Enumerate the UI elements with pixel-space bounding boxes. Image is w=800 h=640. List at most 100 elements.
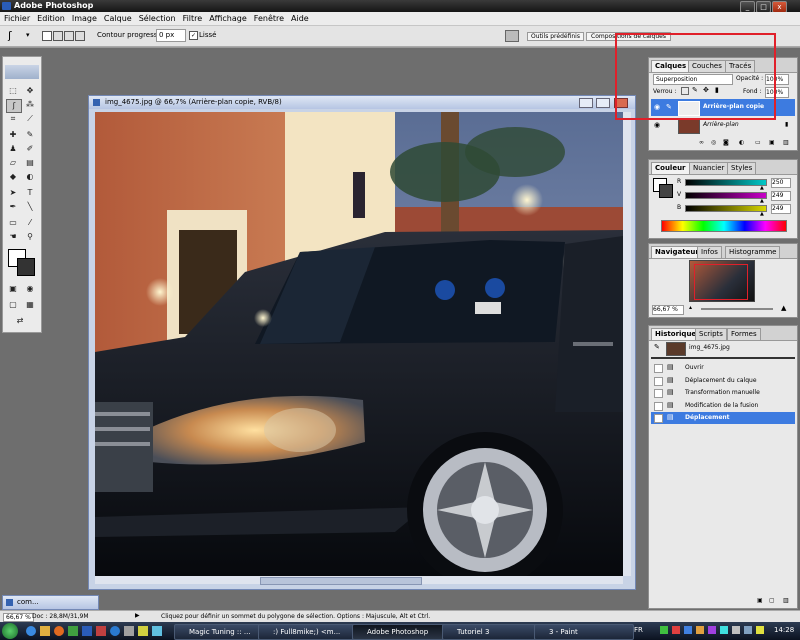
tab-scripts[interactable]: Scripts bbox=[695, 328, 727, 340]
layer-style-icon[interactable]: ◎ bbox=[711, 139, 716, 146]
trash-icon[interactable]: ▥ bbox=[783, 139, 789, 146]
quick-mask-icon[interactable]: ◉ bbox=[23, 283, 37, 295]
tab-infos[interactable]: Infos bbox=[697, 246, 722, 258]
eye-icon[interactable]: ◉ bbox=[654, 121, 660, 129]
history-item[interactable]: ▤ Ouvrir bbox=[651, 362, 795, 374]
tool-presets-tab[interactable]: Outils prédéfinis bbox=[527, 32, 584, 41]
image-canvas[interactable] bbox=[95, 112, 623, 576]
new-snapshot-icon[interactable]: ▢ bbox=[769, 597, 775, 604]
volume-icon[interactable] bbox=[744, 626, 752, 634]
windows-start-orb-icon[interactable] bbox=[2, 623, 18, 639]
doc-maximize-icon[interactable] bbox=[596, 98, 610, 108]
magic-wand-icon[interactable]: ⁂ bbox=[23, 99, 37, 111]
history-item[interactable]: ▤ Déplacement bbox=[651, 412, 795, 424]
marquee-tool-icon[interactable]: ⬚ bbox=[6, 85, 20, 97]
lasso-tool-icon[interactable]: ʃ bbox=[6, 99, 22, 113]
tray-icon-5[interactable] bbox=[708, 626, 716, 634]
zoom-out-icon[interactable]: ▴ bbox=[689, 304, 692, 311]
color-background-swatch[interactable] bbox=[659, 184, 673, 198]
menu-image[interactable]: Image bbox=[68, 12, 100, 25]
line-tool-icon[interactable]: ╲ bbox=[23, 201, 37, 213]
eraser-tool-icon[interactable]: ▱ bbox=[6, 157, 20, 169]
eyedropper-icon[interactable]: ⁄ bbox=[23, 217, 37, 229]
channel-slider-thumb[interactable]: ▲ bbox=[760, 198, 764, 204]
status-arrow-icon[interactable]: ▶ bbox=[135, 612, 140, 619]
taskbar-button[interactable]: :) Full8mike;) <m... bbox=[258, 624, 360, 640]
tray-icon-4[interactable] bbox=[696, 626, 704, 634]
tray-icon-1[interactable] bbox=[660, 626, 668, 634]
clock[interactable]: 14:28 bbox=[774, 626, 794, 634]
navigator-view-box[interactable] bbox=[694, 264, 748, 300]
layer-mask-icon[interactable]: ◙ bbox=[723, 139, 729, 146]
gradient-tool-icon[interactable]: ▤ bbox=[23, 157, 37, 169]
tab-nuancier[interactable]: Nuancier bbox=[689, 162, 729, 174]
zoom-tool-icon[interactable]: ⚲ bbox=[23, 231, 37, 243]
dodge-tool-icon[interactable]: ◐ bbox=[23, 171, 37, 183]
menu-filtre[interactable]: Filtre bbox=[179, 12, 206, 25]
notes-tool-icon[interactable]: ▭ bbox=[6, 217, 20, 229]
navigator-zoom-input[interactable]: 66,67 % bbox=[652, 305, 684, 315]
screen-mode-standard-icon[interactable]: ▢ bbox=[6, 299, 20, 311]
brush-tool-icon[interactable]: ✎ bbox=[23, 129, 37, 141]
quicklaunch-misc2-icon[interactable] bbox=[138, 626, 148, 636]
history-brush-icon[interactable]: ✐ bbox=[23, 143, 37, 155]
new-selection-icon[interactable] bbox=[42, 31, 52, 41]
quicklaunch-misc-icon[interactable] bbox=[124, 626, 134, 636]
history-item[interactable]: ▤ Modification de la fusion bbox=[651, 400, 795, 412]
tab-styles[interactable]: Styles bbox=[727, 162, 757, 174]
tray-icon-3[interactable] bbox=[684, 626, 692, 634]
quicklaunch-ie-icon[interactable] bbox=[26, 626, 36, 636]
slice-tool-icon[interactable]: ⟋ bbox=[23, 113, 37, 125]
menu-fichier[interactable]: Fichier bbox=[0, 12, 33, 25]
lasso-tool-preset-icon[interactable]: ʃ bbox=[8, 29, 12, 42]
dropdown-arrow-icon[interactable]: ▾ bbox=[26, 31, 30, 39]
crop-tool-icon[interactable]: ⌗ bbox=[6, 113, 20, 125]
menu-fenetre[interactable]: Fenêtre bbox=[250, 12, 287, 25]
channel-value[interactable]: 250 bbox=[771, 178, 791, 188]
minimized-document[interactable]: com... bbox=[2, 595, 99, 610]
tab-histogramme[interactable]: Histogramme bbox=[725, 246, 781, 258]
menu-selection[interactable]: Sélection bbox=[135, 12, 179, 25]
new-doc-from-state-icon[interactable]: ▣ bbox=[757, 597, 763, 604]
channel-slider[interactable] bbox=[685, 205, 767, 212]
history-brush-box[interactable] bbox=[654, 364, 663, 373]
history-brush-box[interactable] bbox=[654, 401, 663, 411]
color-spectrum-bar[interactable] bbox=[661, 220, 787, 232]
channel-value[interactable]: 249 bbox=[771, 191, 791, 201]
history-item[interactable]: ▤ Déplacement du calque bbox=[651, 375, 795, 387]
new-group-icon[interactable]: ▭ bbox=[755, 139, 761, 146]
horizontal-scrollbar-thumb[interactable] bbox=[260, 577, 422, 585]
quicklaunch-folder-icon[interactable] bbox=[40, 626, 50, 636]
tray-icon-2[interactable] bbox=[672, 626, 680, 634]
taskbar-button[interactable]: Magic Tuning :: ... bbox=[174, 624, 266, 640]
add-selection-icon[interactable] bbox=[53, 31, 63, 41]
feather-input[interactable]: 0 px bbox=[156, 29, 186, 42]
menu-affichage[interactable]: Affichage bbox=[205, 12, 250, 25]
menu-edition[interactable]: Edition bbox=[33, 12, 68, 25]
subtract-selection-icon[interactable] bbox=[64, 31, 74, 41]
quicklaunch-explorer-icon[interactable] bbox=[110, 626, 120, 636]
tab-couleur[interactable]: Couleur bbox=[651, 162, 690, 174]
blur-tool-icon[interactable]: ◆ bbox=[6, 171, 20, 183]
path-select-icon[interactable]: ➤ bbox=[6, 187, 20, 199]
channel-slider-thumb[interactable]: ▲ bbox=[760, 211, 764, 217]
smooth-checkbox[interactable]: ✓ bbox=[189, 31, 198, 40]
move-tool-icon[interactable]: ✥ bbox=[23, 85, 37, 97]
navigator-zoom-slider[interactable] bbox=[701, 308, 773, 310]
taskbar-button[interactable]: Adobe Photoshop bbox=[352, 624, 450, 640]
vertical-scrollbar[interactable] bbox=[623, 112, 631, 576]
pen-tool-icon[interactable]: ✒ bbox=[6, 201, 20, 213]
channel-slider-thumb[interactable]: ▲ bbox=[760, 185, 764, 191]
standard-mode-icon[interactable]: ▣ bbox=[6, 283, 20, 295]
menu-aide[interactable]: Aide bbox=[287, 12, 312, 25]
doc-minimize-icon[interactable] bbox=[579, 98, 593, 108]
tab-historique[interactable]: Historique bbox=[651, 328, 701, 340]
history-item[interactable]: ▤ Transformation manuelle bbox=[651, 387, 795, 399]
tab-navigateur[interactable]: Navigateur bbox=[651, 246, 703, 258]
adjustment-layer-icon[interactable]: ◐ bbox=[739, 139, 744, 146]
status-zoom[interactable]: 66,67 % bbox=[3, 613, 34, 622]
clone-stamp-icon[interactable]: ♟ bbox=[6, 143, 20, 155]
history-brush-box[interactable] bbox=[654, 414, 663, 423]
history-brush-box[interactable] bbox=[654, 376, 663, 386]
menu-calque[interactable]: Calque bbox=[100, 12, 135, 25]
